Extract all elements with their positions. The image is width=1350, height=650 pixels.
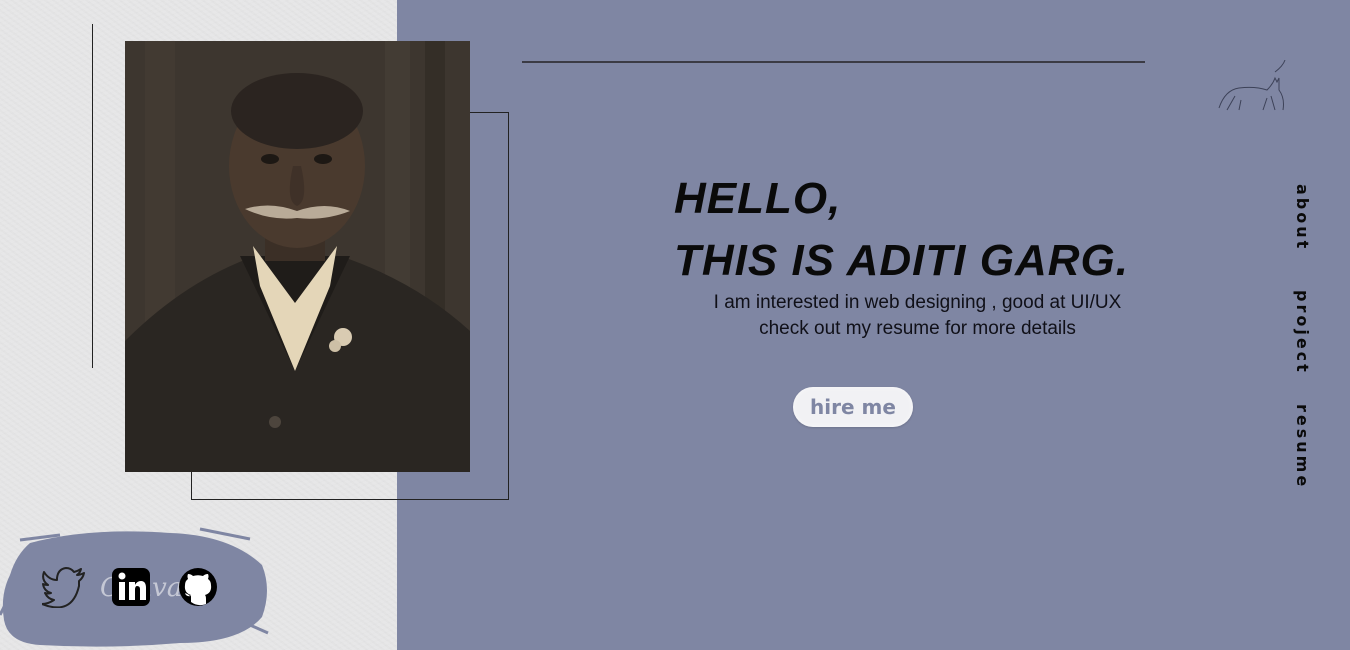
hero-description: I am interested in web designing , good …: [690, 290, 1145, 342]
nav-item-project[interactable]: project: [1282, 290, 1312, 375]
linkedin-icon[interactable]: [110, 566, 154, 608]
decorative-vertical-line: [92, 24, 93, 368]
hero-description-line-2: check out my resume for more details: [759, 318, 1076, 339]
hero-description-line-1: I am interested in web designing , good …: [713, 292, 1122, 313]
hero-title: HELLO, THIS IS ADITI GARG.: [674, 168, 1129, 292]
profile-photo: [125, 41, 470, 472]
top-divider-line: [522, 61, 1145, 63]
twitter-icon[interactable]: [42, 566, 86, 608]
hero-title-line-1: HELLO,: [674, 174, 842, 223]
nav-item-resume[interactable]: resume: [1282, 404, 1312, 489]
nav-item-about[interactable]: about: [1282, 184, 1312, 251]
cat-logo-icon[interactable]: [1215, 60, 1287, 115]
hero-title-line-2: THIS IS ADITI GARG.: [674, 236, 1129, 285]
github-icon[interactable]: [178, 566, 222, 608]
hire-me-button[interactable]: hire me: [793, 387, 913, 427]
